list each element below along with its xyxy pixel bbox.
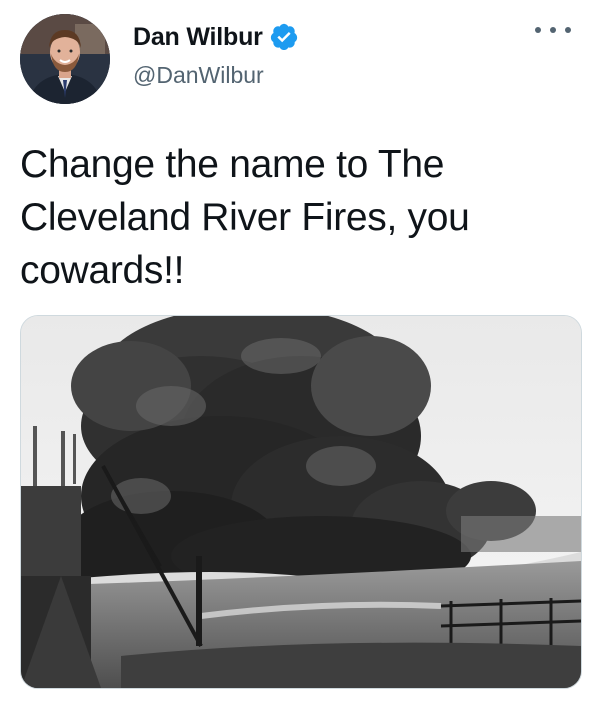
more-options-icon[interactable] [535,20,571,40]
tweet-text: Change the name to The Cleveland River F… [20,143,470,292]
name-row[interactable]: Dan Wilbur [133,20,299,54]
more-dot [550,27,556,33]
handle[interactable]: @DanWilbur [133,62,264,89]
more-dot [535,27,541,33]
tweet: Dan Wilbur @DanWilbur Change the name to… [0,0,599,715]
verified-badge-icon [269,22,299,52]
river-fire-photo [21,316,581,688]
display-name[interactable]: Dan Wilbur [133,23,263,52]
tweet-photo[interactable] [20,315,582,689]
avatar-photo [20,14,110,104]
avatar[interactable] [20,14,110,104]
more-dot [565,27,571,33]
